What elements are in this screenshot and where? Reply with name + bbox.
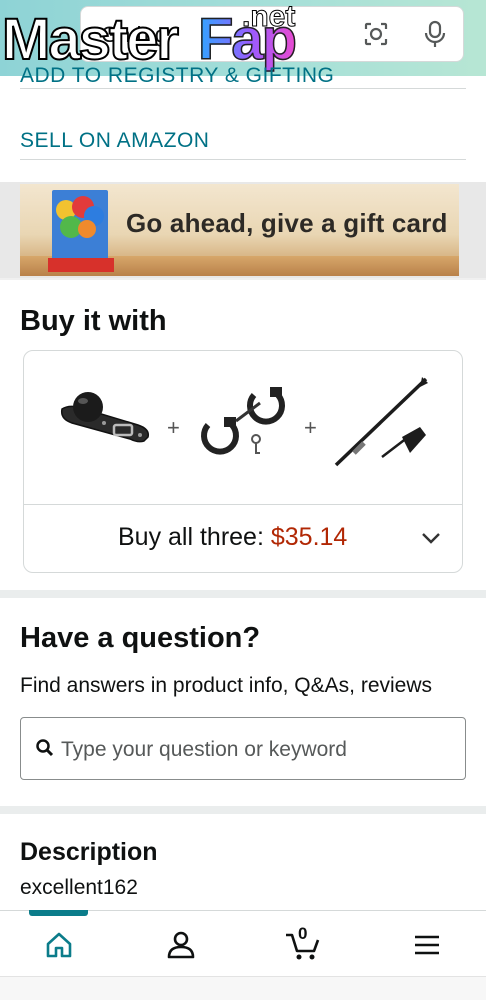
divider [24,504,462,505]
watermark-net: .net [241,0,296,34]
description-text: excellent162 [20,876,138,899]
bundle-title: Buy it with [20,305,167,337]
plus-sign: + [304,415,317,440]
active-tab-indicator [29,910,88,916]
balloon-icon [78,220,96,238]
description-title: Description [20,838,158,866]
search-icon [36,739,54,757]
watermark-master: Master [1,6,180,73]
riding-crop-icon[interactable] [330,373,430,469]
question-subtitle: Find answers in product info, Q&As, revi… [20,674,433,697]
buy-all-three-row[interactable]: Buy all three: $35.14 [118,523,347,552]
chevron-down-icon[interactable] [420,527,442,549]
divider [20,88,466,89]
gift-card-base [48,258,114,272]
account-icon[interactable] [165,929,197,961]
registry-link[interactable]: ADD TO REGISTRY & GIFTING [20,64,334,88]
bundle-card: + + Buy all three: $35.14 [23,350,463,573]
section-divider [0,590,486,598]
divider [0,278,486,280]
ball-gag-icon[interactable] [58,389,154,453]
plus-sign: + [167,415,180,440]
bundle-price: $35.14 [270,523,348,551]
question-title: Have a question? [20,622,261,654]
question-input-placeholder: Type your question or keyword [61,738,347,761]
banner-text: Go ahead, give a gift card [126,208,448,238]
sell-on-amazon-link[interactable]: SELL ON AMAZON [20,129,209,153]
cart-count-badge: 0 [298,924,308,943]
home-icon[interactable] [43,929,75,961]
buy-all-label: Buy all three: [118,523,264,551]
camera-lens-icon[interactable] [363,21,389,47]
section-divider [0,806,486,814]
microphone-icon[interactable] [422,20,448,48]
handcuffs-icon[interactable] [194,381,294,457]
divider [20,159,466,160]
gift-card-banner[interactable]: Go ahead, give a gift card [20,184,459,276]
system-nav-strip [0,976,486,1000]
menu-icon[interactable] [411,929,443,961]
question-search-field[interactable]: Type your question or keyword [20,717,466,780]
